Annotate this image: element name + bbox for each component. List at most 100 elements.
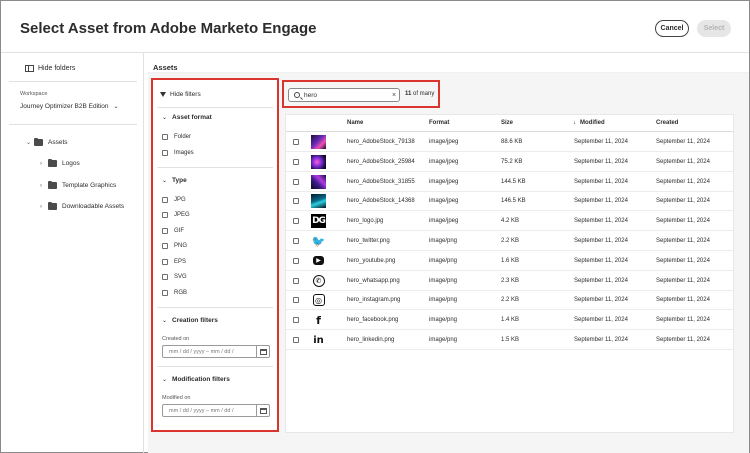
- checkbox[interactable]: [162, 228, 168, 234]
- filter-option-svg[interactable]: SVG: [162, 274, 187, 280]
- tree-item-template-graphics[interactable]: › Template Graphics: [40, 180, 117, 189]
- section-title: Asset format: [172, 114, 212, 121]
- filter-option-png[interactable]: PNG: [162, 243, 187, 249]
- table-row[interactable]: hero_AdobeStock_79138 image/jpeg 88.6 KB Se…: [286, 132, 733, 152]
- row-checkbox[interactable]: [293, 277, 299, 284]
- hide-filters-button[interactable]: Hide filters: [160, 91, 201, 98]
- checkbox[interactable]: [162, 197, 168, 203]
- clear-icon[interactable]: ×: [389, 92, 399, 99]
- calendar-icon[interactable]: [256, 346, 269, 357]
- checkbox[interactable]: [162, 150, 168, 156]
- chevron-right-icon[interactable]: ›: [40, 161, 48, 167]
- asset-modified: September 11, 2024: [574, 218, 628, 225]
- option-label: Images: [174, 150, 194, 156]
- date-range-placeholder: mm / dd / yyyy – mm / dd /: [169, 407, 234, 414]
- tree-item-downloadable-assets[interactable]: › Downloadable Assets: [40, 201, 124, 210]
- search-query[interactable]: hero: [304, 92, 389, 99]
- asset-name: hero_AdobeStock_25984: [347, 158, 415, 165]
- column-header-modified[interactable]: ↓ Modified: [573, 115, 605, 131]
- folder-icon: [48, 158, 57, 167]
- table-row[interactable]: hero_AdobeStock_14368 image/jpeg 146.5 KB S…: [286, 191, 733, 212]
- checkbox[interactable]: [162, 243, 168, 249]
- checkbox[interactable]: [162, 134, 168, 140]
- asset-format-section-header[interactable]: ⌄ Asset format: [162, 114, 212, 121]
- filter-option-rgb[interactable]: RGB: [162, 290, 187, 296]
- created-on-label: Created on: [162, 336, 190, 342]
- row-checkbox[interactable]: [293, 337, 299, 343]
- table-row[interactable]: DG hero_logo.jpg image/jpeg 4.2 KB September…: [286, 211, 733, 232]
- sort-descending-icon: ↓: [573, 120, 576, 126]
- workspace-label: Workspace: [20, 91, 48, 97]
- search-input[interactable]: hero ×: [288, 88, 400, 102]
- checkbox[interactable]: [162, 274, 168, 280]
- asset-format: image/png: [429, 297, 458, 304]
- table-row[interactable]: hero_AdobeStock_25984 image/jpeg 75.2 KB Se…: [286, 152, 733, 172]
- table-row[interactable]: in hero_linkedin.png image/png 1.5 KB Septem…: [286, 330, 733, 350]
- row-checkbox[interactable]: [293, 198, 299, 205]
- asset-format: image/png: [429, 238, 458, 244]
- table-row[interactable]: ✆ hero_whatsapp.png image/png 2.3 KB Septemb…: [286, 271, 733, 291]
- row-checkbox[interactable]: [293, 297, 299, 304]
- filter-option-jpg[interactable]: JPG: [162, 197, 186, 203]
- type-section-header[interactable]: ⌄ Type: [162, 177, 187, 184]
- row-checkbox[interactable]: [293, 158, 299, 165]
- modification-filters-section-header[interactable]: ⌄ Modification filters: [162, 376, 230, 383]
- row-checkbox[interactable]: [293, 238, 299, 244]
- asset-name: hero_AdobeStock_79138: [347, 139, 415, 145]
- table-row[interactable]: ▶ hero_youtube.png image/png 1.6 KB Septembe…: [286, 251, 733, 271]
- checkbox[interactable]: [162, 290, 168, 296]
- row-checkbox[interactable]: [293, 218, 299, 225]
- hide-folders-button[interactable]: Hide folders: [25, 65, 75, 72]
- calendar-icon[interactable]: [256, 405, 269, 416]
- facebook-icon: f: [316, 313, 321, 327]
- checkbox[interactable]: [162, 212, 168, 218]
- table-row[interactable]: f hero_facebook.png image/png 1.4 KB Septemb…: [286, 310, 733, 331]
- row-checkbox[interactable]: [293, 317, 299, 324]
- option-label: SVG: [174, 274, 187, 280]
- asset-modified: September 11, 2024: [574, 337, 628, 343]
- asset-format: image/jpeg: [429, 218, 459, 225]
- table-row[interactable]: ◎ hero_instagram.png image/png 2.2 KB Septem…: [286, 290, 733, 311]
- row-checkbox[interactable]: [293, 257, 299, 264]
- asset-modified: September 11, 2024: [574, 277, 628, 284]
- asset-format: image/png: [429, 337, 458, 343]
- search-area: hero × 11 of many: [282, 80, 440, 108]
- filter-option-folder[interactable]: Folder: [162, 134, 191, 140]
- column-header-name[interactable]: Name: [347, 115, 363, 131]
- filter-option-images[interactable]: Images: [162, 150, 194, 156]
- table-row[interactable]: hero_AdobeStock_31855 image/jpeg 144.5 KB S…: [286, 172, 733, 192]
- select-button[interactable]: Select: [697, 20, 731, 37]
- filters-divider: [157, 366, 273, 367]
- asset-name: hero_linkedin.png: [347, 337, 395, 343]
- tree-item-assets[interactable]: ⌄ Assets: [26, 137, 68, 146]
- chevron-right-icon[interactable]: ›: [40, 183, 48, 189]
- chevron-down-icon[interactable]: ⌄: [26, 139, 34, 146]
- creation-filters-section-header[interactable]: ⌄ Creation filters: [162, 317, 218, 324]
- filter-option-gif[interactable]: GIF: [162, 228, 184, 234]
- folder-icon: [48, 180, 57, 189]
- tree-item-logos[interactable]: › Logos: [40, 158, 80, 167]
- cancel-button[interactable]: Cancel: [655, 20, 689, 37]
- tree-item-label: Template Graphics: [62, 182, 117, 189]
- created-on-date-range[interactable]: mm / dd / yyyy – mm / dd /: [162, 345, 270, 358]
- asset-modified: September 11, 2024: [574, 158, 628, 165]
- table-row[interactable]: 🐦 hero_twitter.png image/png 2.2 KB Septembe…: [286, 231, 733, 251]
- asset-format: image/jpeg: [429, 158, 459, 165]
- column-header-size[interactable]: Size: [501, 115, 513, 131]
- row-checkbox[interactable]: [293, 178, 299, 185]
- asset-created: September 11, 2024: [656, 317, 710, 324]
- modified-on-label: Modified on: [162, 395, 191, 401]
- column-header-format[interactable]: Format: [429, 115, 449, 131]
- filter-option-jpeg[interactable]: JPEG: [162, 212, 190, 218]
- filter-option-eps[interactable]: EPS: [162, 259, 186, 265]
- row-checkbox[interactable]: [293, 139, 299, 145]
- section-title: Creation filters: [172, 317, 218, 324]
- modified-on-date-range[interactable]: mm / dd / yyyy – mm / dd /: [162, 404, 270, 417]
- column-header-created[interactable]: Created: [656, 115, 678, 131]
- workspace-picker[interactable]: Journey Optimizer B2B Edition ⌄: [20, 103, 119, 110]
- hide-filters-label: Hide filters: [170, 91, 201, 98]
- date-range-placeholder: mm / dd / yyyy – mm / dd /: [169, 348, 234, 355]
- checkbox[interactable]: [162, 259, 168, 265]
- asset-name: hero_logo.jpg: [347, 218, 384, 225]
- chevron-right-icon[interactable]: ›: [40, 204, 48, 210]
